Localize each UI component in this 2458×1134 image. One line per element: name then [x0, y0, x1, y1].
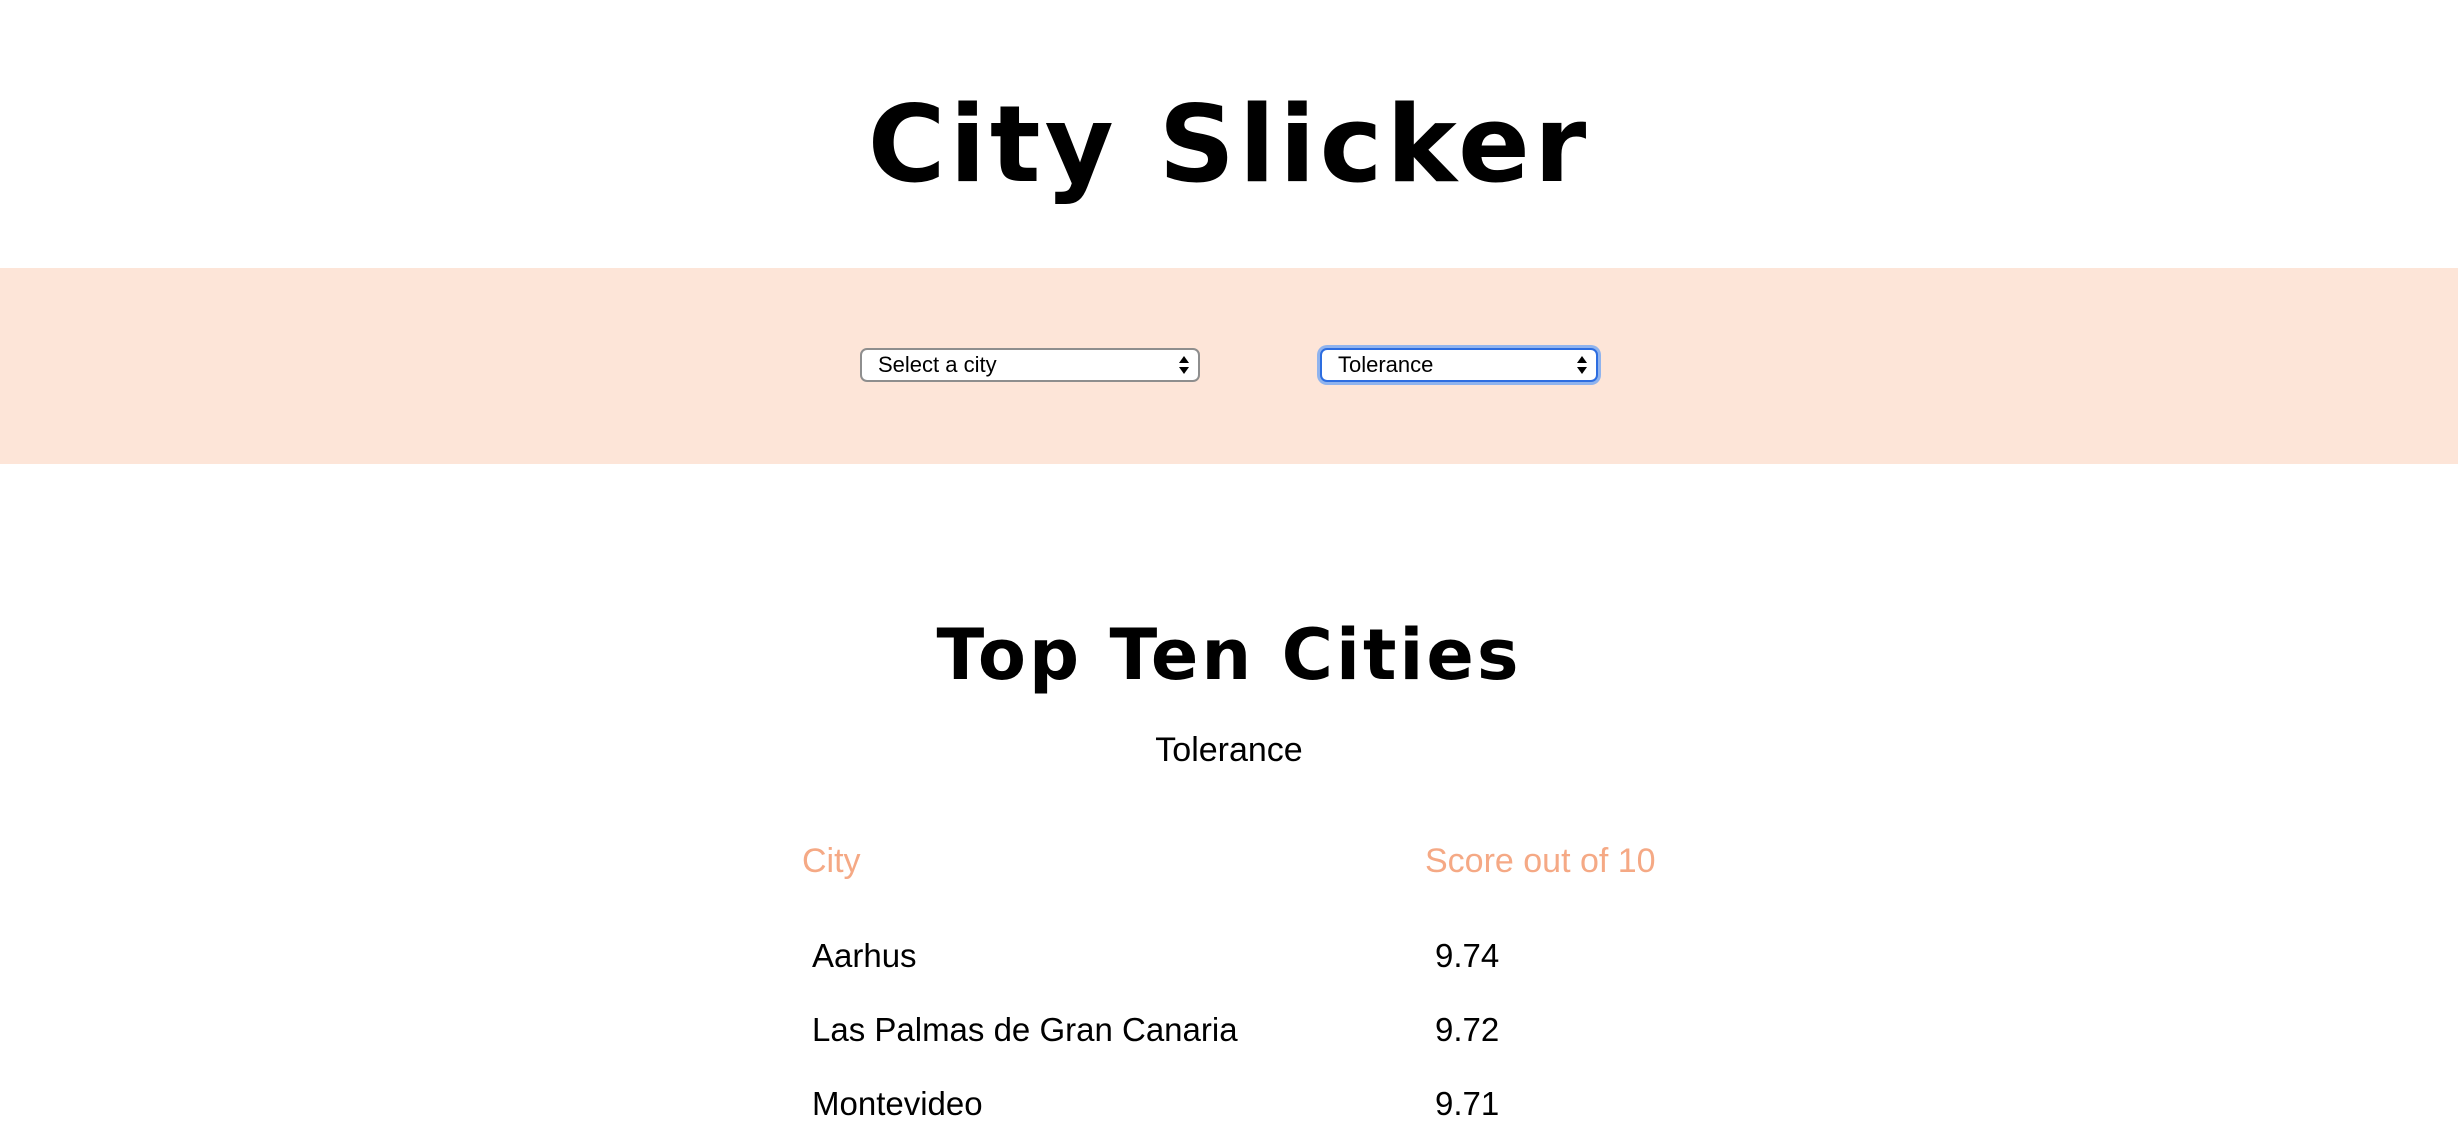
- column-header-city: City: [802, 842, 861, 880]
- row-city: Las Palmas de Gran Canaria: [812, 1011, 1238, 1048]
- row-score: 9.71: [1435, 1085, 1500, 1122]
- category-select-value: Tolerance: [1338, 352, 1434, 377]
- row-score: 9.72: [1435, 1011, 1500, 1048]
- results-title: Top Ten Cities: [936, 614, 1522, 696]
- table-row: Montevideo 9.71: [0, 1074, 2458, 1134]
- select-arrows-icon: [1577, 356, 1587, 374]
- site-title: City Slicker: [867, 83, 1591, 206]
- table-row: Aarhus 9.74: [0, 926, 2458, 986]
- select-arrows-icon: [1179, 356, 1189, 374]
- row-score: 9.74: [1435, 937, 1500, 974]
- row-city: Aarhus: [812, 937, 917, 974]
- results-category: Tolerance: [1155, 731, 1303, 769]
- row-city: Montevideo: [812, 1085, 983, 1122]
- column-header-score: Score out of 10: [1425, 842, 1656, 880]
- filter-bar: Select a city Tolerance: [0, 268, 2458, 464]
- table-row: Las Palmas de Gran Canaria 9.72: [0, 1000, 2458, 1060]
- city-select[interactable]: Select a city: [860, 348, 1200, 382]
- category-select[interactable]: Tolerance: [1320, 348, 1598, 382]
- city-select-value: Select a city: [878, 352, 997, 377]
